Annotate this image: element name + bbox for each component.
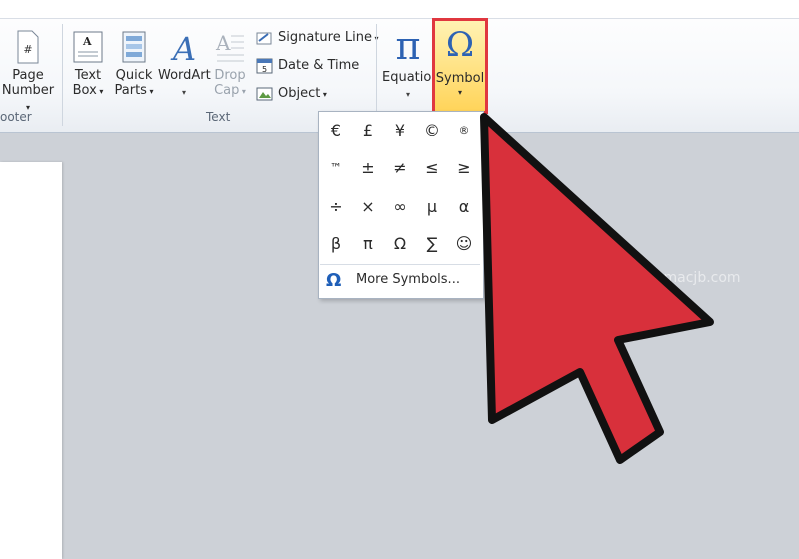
pointer-arrow-icon xyxy=(480,113,714,464)
